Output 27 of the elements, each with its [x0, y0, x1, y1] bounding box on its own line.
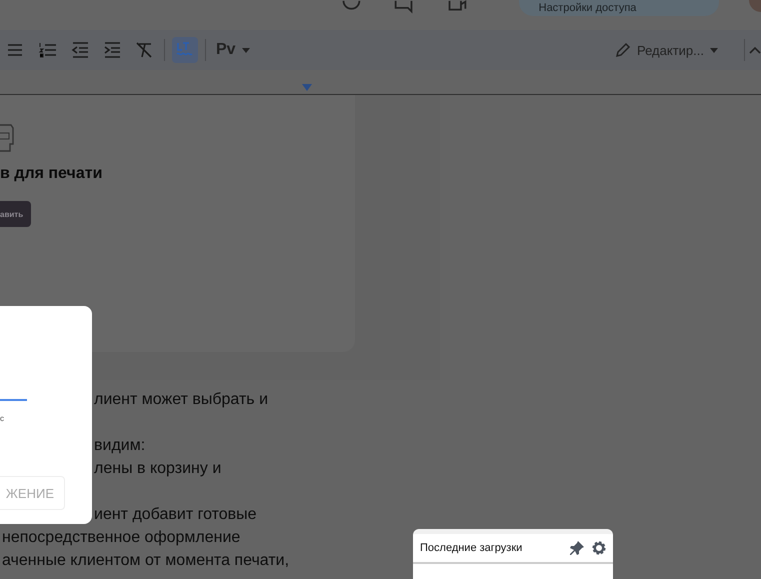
text-line: иент добавит готовые	[94, 505, 257, 525]
settings-icon[interactable]	[591, 540, 607, 556]
indent-icon	[102, 40, 122, 60]
printer-icon	[0, 123, 14, 153]
dialog-button[interactable]: ЖЕНИЕ	[0, 476, 65, 510]
downloads-title: Последние загрузки	[420, 542, 524, 554]
text-line: лены в корзину и	[94, 459, 222, 479]
caret-icon	[710, 48, 718, 52]
chevron-up-icon[interactable]	[749, 46, 761, 54]
banner-title: в для печати	[0, 165, 102, 183]
text-line: лиент может выбрать и	[94, 390, 268, 410]
caret-icon	[242, 48, 250, 52]
numbers-icon	[38, 40, 58, 60]
mode-dropdown[interactable]: Редактир...	[609, 38, 724, 62]
text-line: видим:	[94, 436, 146, 456]
dialog-note: с	[0, 414, 4, 423]
clear-icon	[134, 40, 154, 60]
text-line: непосредственное оформление	[2, 528, 240, 548]
share-button[interactable]: Настройки доступа	[518, 0, 719, 16]
pin-icon[interactable]	[569, 540, 585, 556]
text-line: аченные клиентом от момента печати,	[2, 551, 290, 571]
outdent-icon	[70, 40, 90, 60]
style-dropdown[interactable]: Рv	[210, 37, 256, 63]
banner-button[interactable]: авить	[0, 201, 32, 227]
indent-marker-icon[interactable]	[302, 84, 312, 91]
pencil-icon	[615, 42, 632, 58]
progress-line	[0, 399, 27, 401]
